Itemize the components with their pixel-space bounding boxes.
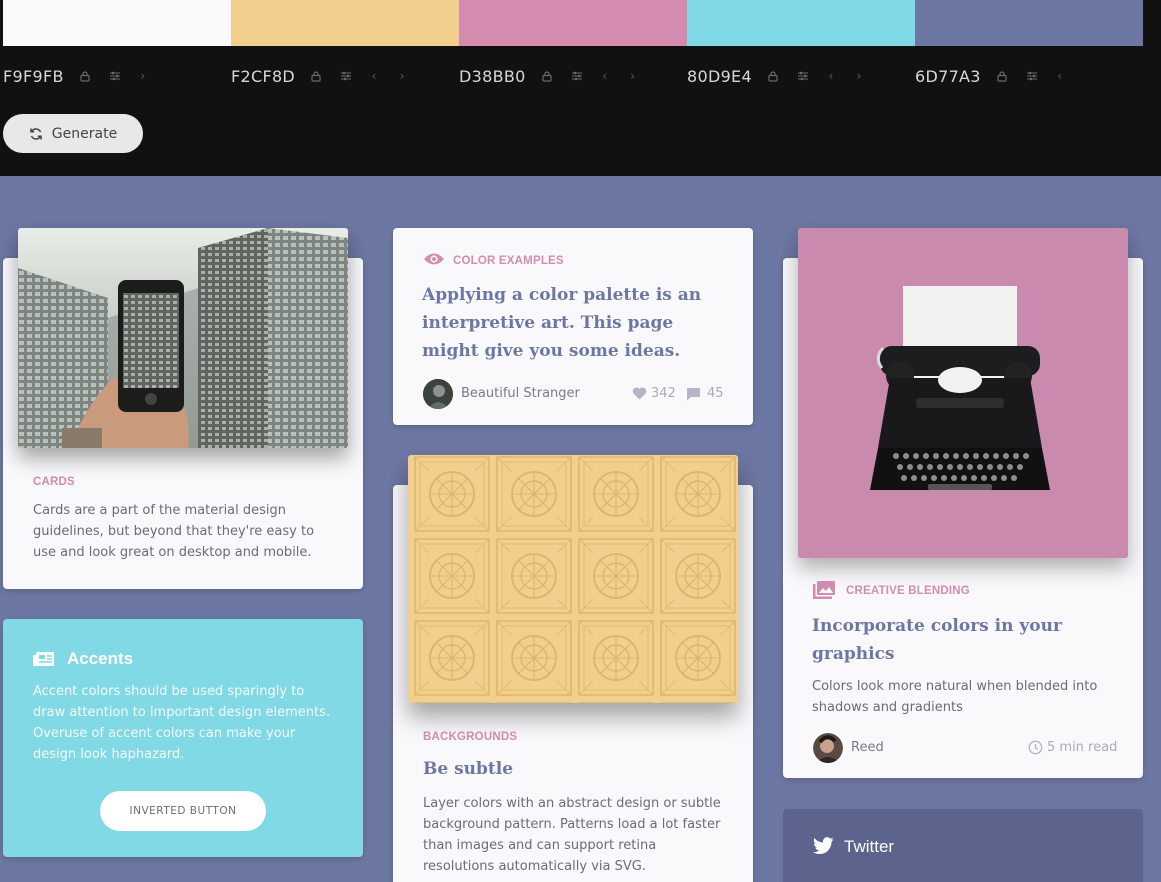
generate-label: Generate	[51, 125, 118, 142]
lock-icon[interactable]	[995, 69, 1009, 83]
swatch-controls: F9F9FB ›	[3, 64, 166, 88]
typewriter-photo	[798, 228, 1128, 558]
backgrounds-title[interactable]: Be subtle	[423, 759, 513, 779]
avatar	[423, 379, 453, 409]
hex-value[interactable]: D38BB0	[459, 67, 526, 86]
read-time: 5 min read	[1047, 740, 1118, 755]
comments-count: 45	[707, 386, 724, 401]
backgrounds-text: Layer colors with an abstract design or …	[423, 796, 721, 874]
color-examples-card: COLOR EXAMPLES Applying a color palette …	[393, 228, 753, 425]
chevron-left-icon[interactable]: ‹	[600, 69, 610, 83]
hex-value[interactable]: 6D77A3	[915, 67, 981, 86]
chevron-right-icon[interactable]: ›	[628, 69, 638, 83]
cards-eyebrow: CARDS	[33, 476, 75, 488]
lock-icon[interactable]	[540, 69, 554, 83]
hex-value[interactable]: 80D9E4	[687, 67, 752, 86]
hex-value[interactable]: F2CF8D	[231, 67, 295, 86]
likes-count: 342	[651, 386, 676, 401]
twitter-title: Twitter	[844, 837, 895, 856]
comment-icon[interactable]	[686, 387, 701, 406]
blending-author[interactable]: Reed	[851, 740, 884, 755]
generate-button[interactable]: Generate	[3, 114, 143, 153]
swatch-controls: F2CF8D ‹ ›	[231, 64, 425, 88]
twitter-icon	[813, 837, 834, 860]
eye-icon	[423, 252, 445, 271]
sliders-icon[interactable]	[796, 69, 810, 83]
newspaper-icon	[33, 651, 55, 672]
chevron-left-icon[interactable]: ‹	[1055, 69, 1065, 83]
image-icon	[813, 581, 835, 604]
lock-icon[interactable]	[78, 69, 92, 83]
chevron-right-icon[interactable]: ›	[397, 69, 407, 83]
color-swatch[interactable]	[459, 0, 687, 46]
avatar	[813, 733, 843, 763]
color-swatch[interactable]	[3, 0, 231, 46]
color-swatch[interactable]	[687, 0, 915, 46]
sliders-icon[interactable]	[570, 69, 584, 83]
chevron-right-icon[interactable]: ›	[138, 69, 148, 83]
examples-author[interactable]: Beautiful Stranger	[461, 386, 580, 401]
pattern-image	[408, 455, 738, 703]
cards-text: Cards are a part of the material design …	[33, 503, 315, 560]
color-swatch[interactable]	[915, 0, 1143, 46]
inverted-button[interactable]: INVERTED BUTTON	[100, 791, 266, 831]
preview-area: CARDS Cards are a part of the material d…	[0, 176, 1161, 882]
chevron-right-icon[interactable]: ›	[854, 69, 864, 83]
sliders-icon[interactable]	[339, 69, 353, 83]
blending-eyebrow: CREATIVE BLENDING	[846, 585, 970, 597]
palette-bar: F9F9FB › F2CF8D ‹ › D38BB0 ‹ › 80D9E4 ‹ …	[0, 0, 1161, 176]
heart-icon[interactable]	[632, 387, 647, 405]
examples-title[interactable]: Applying a color palette is an interpret…	[422, 281, 722, 365]
lock-icon[interactable]	[309, 69, 323, 83]
chevron-left-icon[interactable]: ‹	[369, 69, 379, 83]
sliders-icon[interactable]	[108, 69, 122, 83]
blending-title[interactable]: Incorporate colors in your graphics	[812, 612, 1112, 668]
swatch-controls: 6D77A3 ‹	[915, 64, 1083, 88]
swatch-controls: D38BB0 ‹ ›	[459, 64, 656, 88]
accents-card: Accents Accent colors should be used spa…	[3, 619, 363, 857]
chevron-left-icon[interactable]: ‹	[826, 69, 836, 83]
accents-text: Accent colors should be used sparingly t…	[33, 684, 331, 762]
backgrounds-eyebrow: BACKGROUNDS	[423, 731, 518, 743]
accents-title: Accents	[67, 649, 134, 668]
lock-icon[interactable]	[766, 69, 780, 83]
swatch-controls: 80D9E4 ‹ ›	[687, 64, 882, 88]
hex-value[interactable]: F9F9FB	[3, 67, 64, 86]
examples-eyebrow: COLOR EXAMPLES	[453, 255, 564, 267]
color-swatch[interactable]	[231, 0, 459, 46]
blending-text: Colors look more natural when blended in…	[812, 679, 1098, 715]
refresh-icon	[30, 127, 42, 140]
sliders-icon[interactable]	[1025, 69, 1039, 83]
city-phone-photo	[18, 228, 348, 448]
twitter-card[interactable]: Twitter	[783, 809, 1143, 882]
clock-icon	[1028, 740, 1043, 760]
